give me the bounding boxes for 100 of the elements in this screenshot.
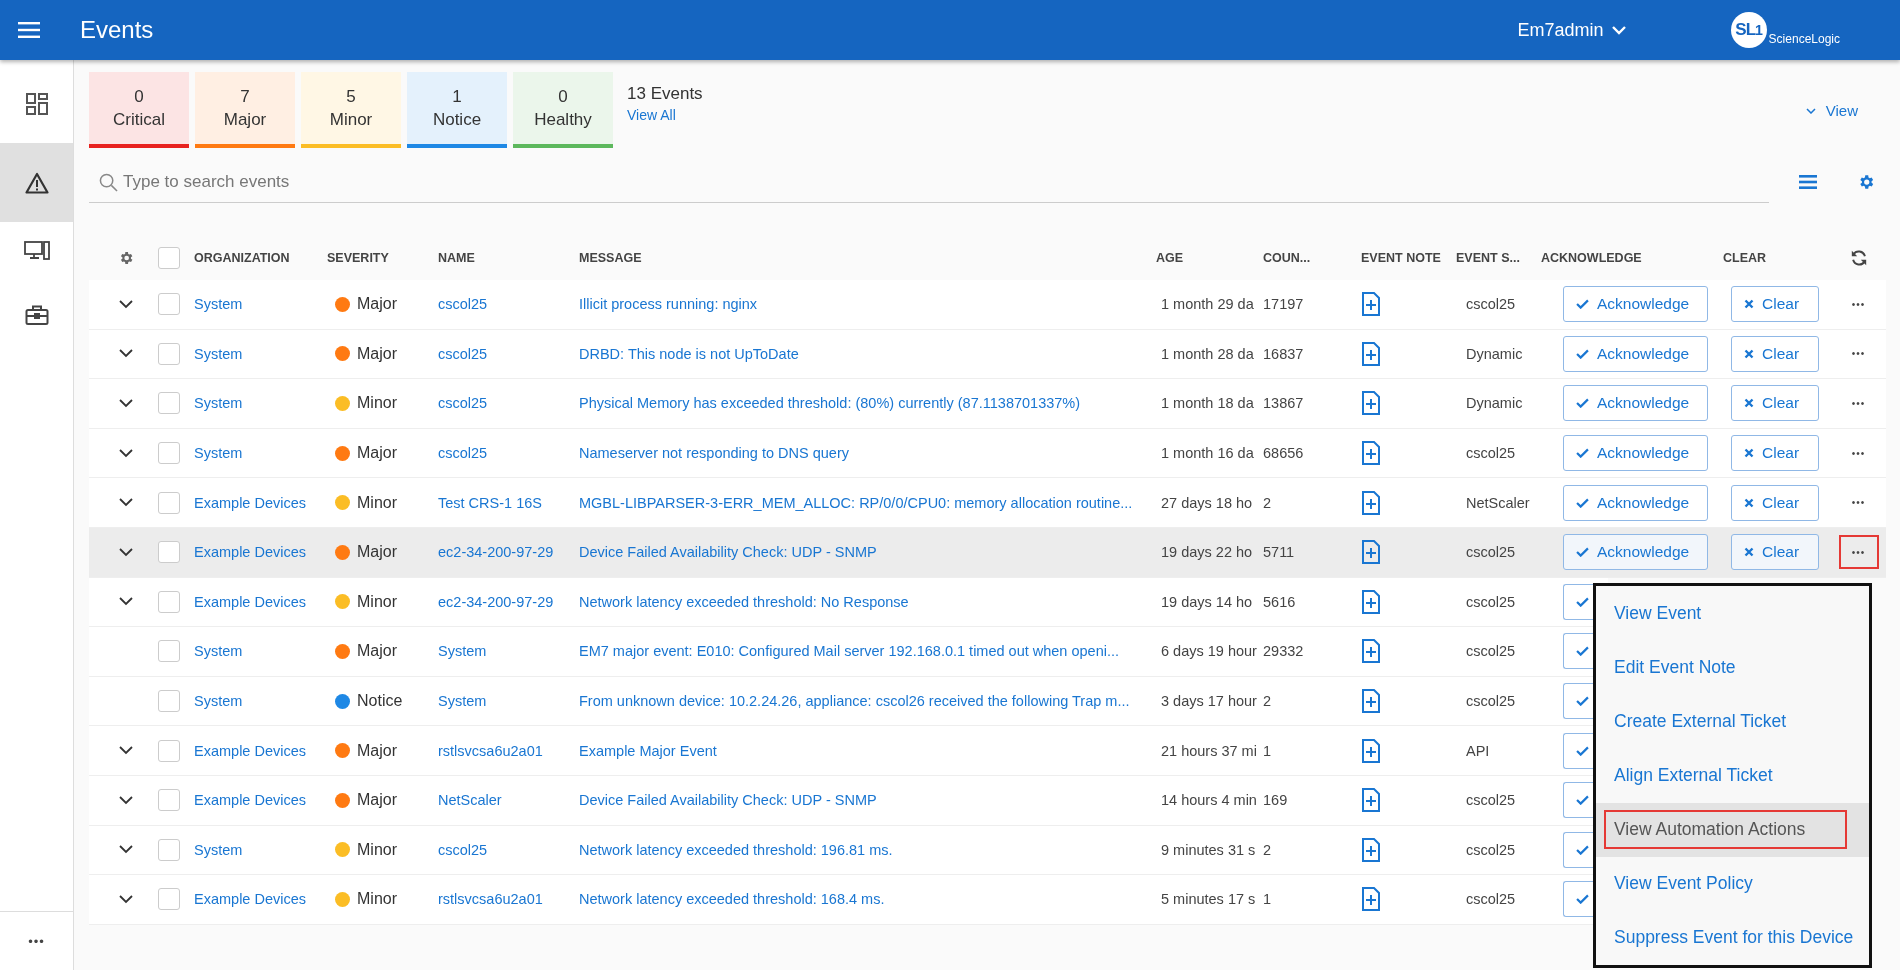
device-link[interactable]: System	[438, 693, 579, 710]
message-link[interactable]: Physical Memory has exceeded threshold: (80%) currently (87.1138701337%)	[579, 395, 1156, 412]
organization-link[interactable]: Example Devices	[194, 494, 327, 511]
device-link[interactable]: NetScaler	[438, 792, 579, 809]
select-all-checkbox[interactable]	[158, 246, 180, 269]
clear-button[interactable]: Clear	[1731, 385, 1819, 422]
menu-icon[interactable]	[18, 22, 40, 38]
add-note-icon[interactable]	[1361, 689, 1381, 714]
message-link[interactable]: DRBD: This node is not UpToDate	[579, 345, 1156, 362]
table-row[interactable]: System Major cscol25 DRBD: This node is not UpToDate 1 month 28 da 16837 Dynamic Acknowledge Clear •••	[89, 329, 1886, 380]
add-note-icon[interactable]	[1361, 441, 1381, 466]
more-actions-button[interactable]: •••	[1838, 386, 1879, 421]
column-header[interactable]: AGE	[1156, 250, 1263, 265]
message-link[interactable]: From unknown device: 10.2.24.26, appliance: cscol26 received the following Trap m...	[579, 693, 1156, 710]
organization-link[interactable]: System	[194, 643, 327, 660]
column-header[interactable]: EVENT S...	[1446, 250, 1541, 265]
table-row[interactable]: Example Devices Minor Test CRS-1 16S MGBL-LIBPARSER-3-ERR_MEM_ALLOC: RP/0/0/CPU0: memory allocation routine... 27 days 18 ho 2 NetScaler Acknowledge Clear •••	[89, 478, 1886, 528]
chevron-down-icon[interactable]	[118, 746, 133, 756]
severity-tile[interactable]: 0 Critical	[89, 72, 189, 148]
clear-button[interactable]: Clear	[1731, 484, 1819, 521]
organization-link[interactable]: System	[194, 841, 327, 858]
menu-item[interactable]: View Automation Actions	[1604, 810, 1848, 850]
search-field[interactable]: Type to search events	[89, 161, 1769, 203]
organization-link[interactable]: Example Devices	[194, 593, 327, 610]
row-checkbox[interactable]	[158, 342, 180, 365]
column-header[interactable]: ORGANIZATION	[194, 250, 327, 265]
row-checkbox[interactable]	[158, 293, 180, 316]
severity-tile[interactable]: 0 Healthy	[513, 72, 613, 148]
more-actions-button[interactable]: •••	[1838, 485, 1879, 520]
message-link[interactable]: Device Failed Availability Check: UDP - SNMP	[579, 544, 1156, 561]
column-header[interactable]: SEVERITY	[327, 250, 438, 265]
add-note-icon[interactable]	[1361, 341, 1381, 366]
device-link[interactable]: ec2-34-200-97-29	[438, 544, 579, 561]
organization-link[interactable]: Example Devices	[194, 742, 327, 759]
organization-link[interactable]: System	[194, 395, 327, 412]
message-link[interactable]: Network latency exceeded threshold: 196.81 ms.	[579, 841, 1156, 858]
chevron-down-icon[interactable]	[118, 399, 133, 408]
row-checkbox[interactable]	[158, 838, 180, 861]
add-note-icon[interactable]	[1361, 589, 1381, 614]
monitor-icon[interactable]	[23, 240, 50, 262]
briefcase-icon[interactable]	[24, 304, 49, 326]
add-note-icon[interactable]	[1361, 887, 1381, 912]
table-row[interactable]: Example Devices Minor ec2-34-200-97-29 Network latency exceeded threshold: No Response 19 days 14 ho 5616 cscol25	[89, 577, 1608, 628]
chevron-down-icon[interactable]	[118, 299, 133, 309]
chevron-down-icon[interactable]	[118, 547, 133, 557]
column-header[interactable]: MESSAGE	[579, 250, 1156, 265]
dashboard-icon[interactable]	[25, 92, 48, 115]
device-link[interactable]: System	[438, 643, 579, 660]
chevron-down-icon[interactable]	[118, 597, 133, 607]
message-link[interactable]: Illicit process running: nginx	[579, 296, 1156, 313]
clear-button[interactable]: Clear	[1731, 534, 1819, 571]
row-checkbox[interactable]	[158, 442, 180, 465]
warning-icon[interactable]	[24, 171, 49, 194]
row-checkbox[interactable]	[158, 541, 180, 564]
more-actions-button[interactable]: •••	[1838, 535, 1879, 570]
add-note-icon[interactable]	[1361, 292, 1381, 317]
message-link[interactable]: Nameserver not responding to DNS query	[579, 445, 1156, 462]
add-note-icon[interactable]	[1361, 639, 1381, 664]
organization-link[interactable]: Example Devices	[194, 891, 327, 908]
acknowledge-button[interactable]: Acknowledge	[1563, 335, 1708, 372]
row-checkbox[interactable]	[158, 888, 180, 911]
add-note-icon[interactable]	[1361, 837, 1381, 862]
add-note-icon[interactable]	[1361, 391, 1381, 416]
acknowledge-button[interactable]: Acknowledge	[1563, 385, 1708, 422]
acknowledge-button[interactable]: Acknowledge	[1563, 484, 1708, 521]
message-link[interactable]: MGBL-LIBPARSER-3-ERR_MEM_ALLOC: RP/0/0/CPU0: memory allocation routine...	[579, 494, 1156, 511]
chevron-down-icon[interactable]	[118, 894, 133, 904]
device-link[interactable]: Test CRS-1 16S	[438, 494, 579, 511]
table-row[interactable]: System Major cscol25 Nameserver not responding to DNS query 1 month 16 da 68656 cscol25 Acknowledge Clear •••	[89, 428, 1886, 479]
table-row[interactable]: System Major cscol25 Illicit process running: nginx 1 month 29 da 17197 cscol25 Acknowledge Clear •••	[89, 280, 1886, 330]
device-link[interactable]: cscol25	[438, 841, 579, 858]
more-actions-button[interactable]: •••	[1838, 336, 1879, 371]
row-checkbox[interactable]	[158, 739, 180, 762]
sidebar-item[interactable]	[0, 143, 73, 222]
chevron-down-icon[interactable]	[118, 349, 133, 359]
row-checkbox[interactable]	[158, 640, 180, 663]
add-note-icon[interactable]	[1361, 490, 1381, 515]
more-actions-button[interactable]: •••	[1838, 287, 1879, 322]
row-checkbox[interactable]	[158, 491, 180, 514]
more-actions-button[interactable]: •••	[1838, 436, 1879, 471]
device-link[interactable]: cscol25	[438, 395, 579, 412]
device-link[interactable]: rstlsvcsa6u2a01	[438, 742, 579, 759]
add-note-icon[interactable]	[1361, 540, 1381, 565]
chevron-down-icon[interactable]	[118, 498, 133, 508]
add-note-icon[interactable]	[1361, 738, 1381, 763]
chevron-down-icon[interactable]	[118, 795, 133, 805]
acknowledge-button[interactable]: Acknowledge	[1563, 435, 1708, 472]
view-dropdown[interactable]: View	[1805, 102, 1858, 119]
row-checkbox[interactable]	[158, 789, 180, 812]
organization-link[interactable]: Example Devices	[194, 792, 327, 809]
device-link[interactable]: cscol25	[438, 296, 579, 313]
acknowledge-button[interactable]: Acknowledge	[1563, 286, 1708, 323]
message-link[interactable]: Example Major Event	[579, 742, 1156, 759]
acknowledge-button[interactable]: Acknowledge	[1563, 534, 1708, 571]
device-link[interactable]: rstlsvcsa6u2a01	[438, 891, 579, 908]
organization-link[interactable]: System	[194, 296, 327, 313]
row-checkbox[interactable]	[158, 392, 180, 415]
organization-link[interactable]: System	[194, 345, 327, 362]
add-note-icon[interactable]	[1361, 788, 1381, 813]
message-link[interactable]: Network latency exceeded threshold: No Response	[579, 593, 1156, 610]
